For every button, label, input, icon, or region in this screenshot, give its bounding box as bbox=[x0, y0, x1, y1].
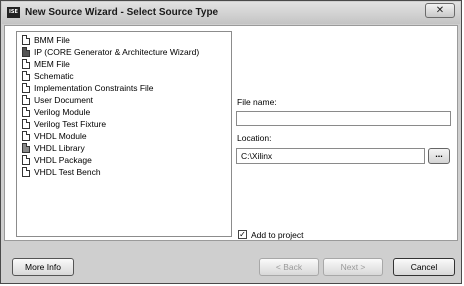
location-input[interactable]: C:\Xilinx bbox=[236, 148, 425, 164]
source-type-list[interactable]: BMM File IP (CORE Generator & Architectu… bbox=[16, 31, 232, 237]
title-bar[interactable]: ISE New Source Wizard - Select Source Ty… bbox=[2, 2, 460, 24]
library-icon bbox=[22, 143, 30, 153]
list-item-label: Verilog Module bbox=[34, 107, 91, 117]
location-label: Location: bbox=[237, 133, 272, 143]
add-to-project-checkbox[interactable]: ✓ bbox=[238, 230, 247, 239]
list-item-label: VHDL Module bbox=[34, 131, 87, 141]
list-item-label: VHDL Library bbox=[34, 143, 85, 153]
file-icon bbox=[22, 167, 30, 177]
file-name-input[interactable] bbox=[236, 111, 451, 126]
wizard-content-panel: BMM File IP (CORE Generator & Architectu… bbox=[4, 25, 458, 241]
list-item-label: User Document bbox=[34, 95, 94, 105]
file-icon bbox=[22, 83, 30, 93]
close-button[interactable]: ✕ bbox=[425, 3, 455, 18]
file-icon bbox=[22, 119, 30, 129]
new-source-wizard-window: ISE New Source Wizard - Select Source Ty… bbox=[0, 0, 462, 284]
document-icon bbox=[22, 95, 30, 105]
file-icon bbox=[22, 59, 30, 69]
window-title: New Source Wizard - Select Source Type bbox=[25, 7, 219, 18]
app-icon: ISE bbox=[7, 7, 20, 18]
file-icon bbox=[22, 155, 30, 165]
file-name-label: File name: bbox=[237, 97, 277, 107]
add-to-project-label: Add to project bbox=[251, 230, 304, 240]
list-item-label: IP (CORE Generator & Architecture Wizard… bbox=[34, 47, 200, 57]
list-item-label: Schematic bbox=[34, 71, 74, 81]
list-item-label: VHDL Package bbox=[34, 155, 92, 165]
schematic-icon bbox=[22, 71, 30, 81]
list-item-label: MEM File bbox=[34, 59, 70, 69]
more-info-button[interactable]: More Info bbox=[12, 258, 74, 276]
file-icon bbox=[22, 107, 30, 117]
list-item-label: BMM File bbox=[34, 35, 70, 45]
list-item-label: Implementation Constraints File bbox=[34, 83, 154, 93]
back-button[interactable]: < Back bbox=[259, 258, 319, 276]
file-icon bbox=[22, 131, 30, 141]
file-icon bbox=[22, 35, 30, 45]
ip-core-icon bbox=[22, 47, 30, 57]
browse-button[interactable]: ... bbox=[428, 148, 450, 164]
cancel-button[interactable]: Cancel bbox=[393, 258, 455, 276]
list-item-label: Verilog Test Fixture bbox=[34, 119, 107, 129]
next-button[interactable]: Next > bbox=[323, 258, 383, 276]
list-item-label: VHDL Test Bench bbox=[34, 167, 101, 177]
